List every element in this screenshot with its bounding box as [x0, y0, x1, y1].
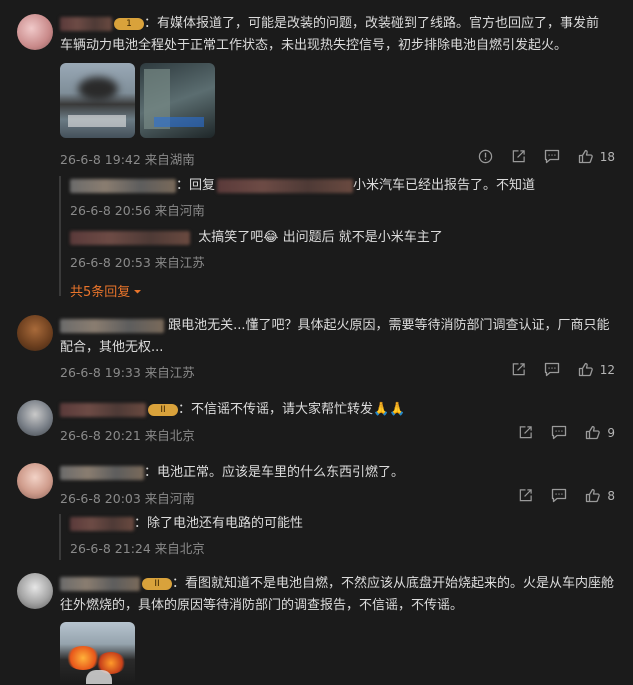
comment-actions: 8 [500, 488, 615, 503]
username-blurred[interactable] [70, 178, 176, 193]
like-icon [586, 425, 601, 440]
comment-icon [544, 149, 559, 164]
reply-meta: 26-6-8 20:53 来自江苏 [70, 255, 205, 270]
comment-text-line2: 配合，其他无权... [60, 340, 164, 355]
more-replies-link[interactable]: 共5条回复 [70, 281, 142, 300]
like-button[interactable]: 8 [585, 488, 615, 503]
comment-icon [544, 362, 559, 377]
reply-text: 太搞笑了吧😂 出问题后 就不是小米车主了 [70, 228, 443, 248]
username-blurred[interactable] [60, 465, 144, 480]
like-icon [578, 149, 593, 164]
comment-image-2[interactable] [140, 63, 215, 138]
comment-text-line2: 往外燃烧的，具体的原因等待消防部门的调查报告，不信谣，不传谣。 [60, 598, 464, 613]
username-blurred[interactable] [70, 230, 190, 245]
like-count: 18 [599, 149, 615, 164]
like-button[interactable]: 9 [585, 425, 615, 440]
like-icon [578, 362, 593, 377]
share-icon [512, 150, 525, 163]
reply-text: ：除了电池还有电路的可能性 [70, 514, 303, 534]
reply-divider [59, 176, 61, 296]
comment-text: 1 ：有媒体报道了，可能是改装的问题，改装碰到了线路。官方也回应了，事发前 [60, 14, 599, 34]
reply-text: ：回复 小米汽车已经出报告了。不知道 [70, 176, 535, 196]
username-blurred[interactable] [60, 318, 164, 333]
fan-badge: 1 [114, 17, 144, 30]
share-button[interactable] [511, 362, 526, 377]
like-button[interactable]: 12 [578, 362, 615, 377]
comment-icon [552, 425, 567, 440]
comment-meta: 26-6-8 20:03 来自河南 [60, 491, 195, 506]
comment-text: II ：看图就知道不是电池自燃，不然应该从底盘开始烧起来的。火是从车内座舱 [60, 574, 614, 594]
share-button[interactable] [518, 488, 533, 503]
fan-badge: II [142, 577, 172, 590]
reply-meta: 26-6-8 20:56 来自河南 [70, 203, 205, 218]
comment-button[interactable] [544, 362, 560, 377]
share-button[interactable] [518, 425, 533, 440]
username-blurred[interactable] [60, 402, 146, 417]
comment-actions: 12 [493, 362, 615, 377]
comment-button[interactable] [544, 149, 560, 164]
mention-blurred[interactable] [217, 178, 354, 193]
comment-button[interactable] [551, 488, 567, 503]
comment-text: II ：不信谣不传谣，请大家帮忙转发🙏🙏 [60, 400, 405, 420]
comment-meta: 26-6-8 19:42 来自湖南 [60, 152, 195, 167]
comment-text: ：电池正常。应该是车里的什么东西引燃了。 [60, 463, 404, 483]
like-icon [586, 488, 601, 503]
reply-divider [59, 514, 61, 560]
share-button[interactable] [511, 149, 526, 164]
like-count: 12 [599, 362, 615, 377]
comment-meta: 26-6-8 19:33 来自江苏 [60, 365, 195, 380]
avatar[interactable] [17, 400, 53, 436]
comment-image[interactable] [60, 622, 135, 685]
comment-meta: 26-6-8 20:21 来自北京 [60, 428, 195, 443]
comment-text-line2: 车辆动力电池全程处于正常工作状态，未出现热失控信号，初步排除电池自燃引发起火。 [60, 38, 568, 53]
username-blurred[interactable] [60, 576, 140, 591]
share-icon [520, 426, 533, 439]
reply-meta: 26-6-8 21:24 来自北京 [70, 541, 205, 556]
comment-image-1[interactable] [60, 63, 135, 138]
username-blurred[interactable] [60, 16, 112, 31]
comment-actions: 18 [460, 149, 615, 164]
chevron-down-icon [134, 290, 142, 294]
comment-button[interactable] [551, 425, 567, 440]
report-button[interactable] [478, 149, 493, 164]
avatar[interactable] [17, 573, 53, 609]
fan-badge: II [148, 403, 178, 416]
like-count: 9 [607, 425, 615, 440]
share-icon [520, 489, 533, 502]
report-icon [478, 149, 492, 164]
username-blurred[interactable] [70, 516, 134, 531]
like-button[interactable]: 18 [578, 149, 615, 164]
share-icon [512, 363, 525, 376]
comment-text: 跟电池无关...懂了吧？具体起火原因，需要等待消防部门调查认证，厂商只能 [60, 316, 610, 336]
avatar[interactable] [17, 14, 53, 50]
comment-icon [552, 488, 567, 503]
avatar[interactable] [17, 463, 53, 499]
comment-actions: 9 [500, 425, 615, 440]
avatar[interactable] [17, 315, 53, 351]
like-count: 8 [607, 488, 615, 503]
